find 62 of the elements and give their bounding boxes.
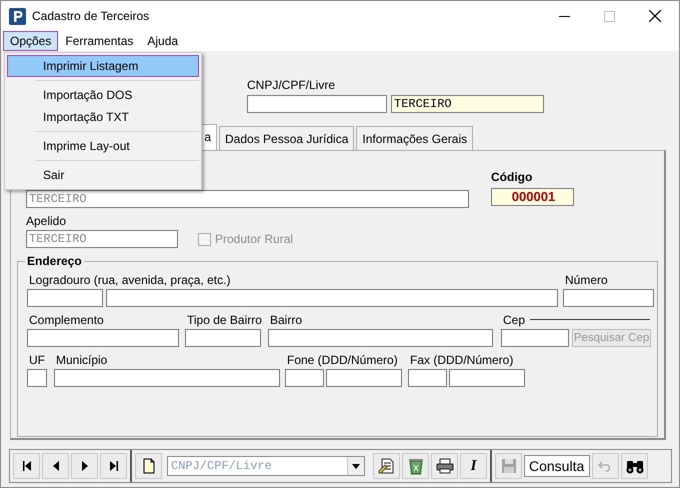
field-label: Código [491,170,534,184]
app-icon [9,8,26,24]
field-label: Município [56,352,108,366]
field-label: Cep [503,312,526,326]
field-label: CNPJ/CPF/Livre [247,78,336,92]
input-field[interactable] [27,289,103,307]
first-record-button[interactable] [13,453,40,479]
menu-item[interactable]: Ferramentas [58,31,140,51]
input-field[interactable] [285,369,324,387]
printer-icon [436,458,454,474]
input-field[interactable] [449,369,525,387]
code-field: 000001 [491,188,574,206]
dropdown-arrow-icon[interactable] [352,464,360,468]
group-title: Endereço [25,255,84,268]
binoculars-icon [624,458,644,474]
window-title: Cadastro de Terceiros [32,9,150,23]
close-icon[interactable] [649,10,661,22]
field-label: UF [29,352,45,366]
field-label: Número [565,272,608,286]
input-field[interactable] [185,329,261,347]
binoculars-button[interactable] [621,453,648,479]
first-icon [20,460,32,472]
last-icon [108,460,120,472]
menu-item[interactable]: Opções [3,31,58,51]
field-label: Fax (DDD/Número) [410,352,514,366]
document-pencil-icon [378,457,396,475]
print-button[interactable] [431,453,458,479]
menu-item[interactable]: Sair [7,164,199,186]
field-label: Logradouro (rua, avenida, praça, etc.) [29,272,230,286]
input-field[interactable] [563,289,654,307]
field-label: Bairro [270,312,302,326]
input-field[interactable] [27,369,47,387]
input-field[interactable] [54,369,280,387]
italic-button[interactable]: I [460,453,487,479]
delete-button[interactable] [402,453,429,479]
field-label: Complemento [29,312,104,326]
field-label: Fone (DDD/Número) [287,352,398,366]
next-record-button[interactable] [71,453,98,479]
menu-item[interactable]: Imprime Lay-out [7,135,199,157]
input-field[interactable] [27,329,179,347]
input-field[interactable] [106,289,558,307]
cnpj-field[interactable] [247,95,387,113]
menu-item[interactable]: Ajuda [140,31,186,51]
prev-record-button[interactable] [42,453,69,479]
mode-field: Consulta [524,455,590,477]
menu-item[interactable]: Importação DOS [7,84,199,106]
edit-button[interactable] [373,453,400,479]
menu-item[interactable]: Imprimir Listagem [7,55,199,77]
input-field[interactable] [268,329,493,347]
last-record-button[interactable] [100,453,127,479]
tab[interactable]: Dados Pessoa Jurídica [219,126,354,150]
input-field[interactable] [501,329,570,347]
field-label: Apelido [26,214,68,228]
input-field[interactable] [408,369,447,387]
new-document-icon [142,458,156,474]
trash-bin-icon [408,457,424,475]
new-record-button[interactable] [135,453,162,479]
type-field[interactable]: TERCEIRO [391,95,544,113]
tab[interactable]: Informações Gerais [356,126,474,150]
field-label: Tipo de Bairro [187,312,262,326]
menu-item[interactable]: Importação TXT [7,106,199,128]
input-field[interactable] [326,369,402,387]
